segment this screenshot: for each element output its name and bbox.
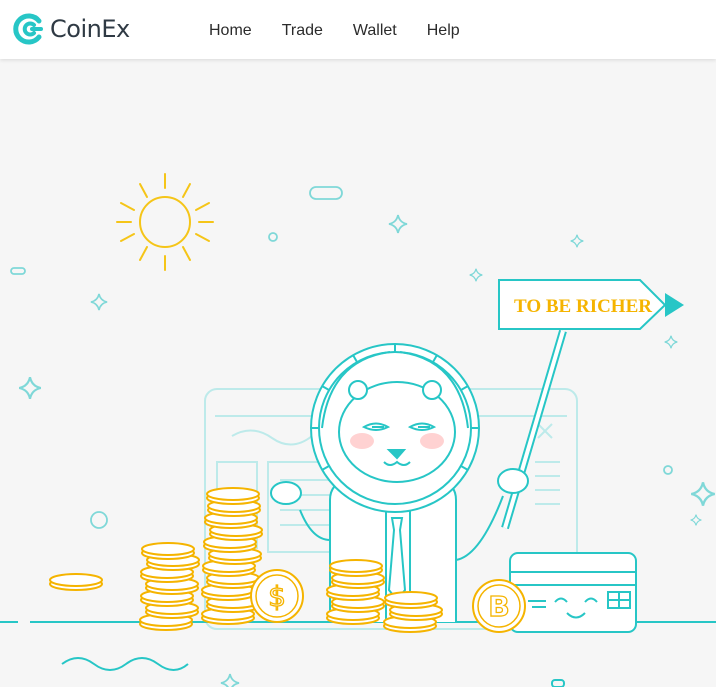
dollar-symbol: $: [268, 580, 286, 613]
sign-board: TO BE RICHER: [498, 279, 684, 530]
sign-text: TO BE RICHER: [514, 296, 652, 317]
hero-illustration: TO BE RICHER $ B: [0, 173, 716, 687]
bitcoin-coin-icon: B: [472, 579, 526, 633]
lion-blush-right: [420, 433, 444, 449]
lion-blush-left: [350, 433, 374, 449]
lion-mascot: [270, 343, 529, 622]
main-nav: Home Trade Wallet Help: [209, 21, 490, 41]
nav-help[interactable]: Help: [427, 21, 460, 41]
logo-text: CoinEx: [50, 15, 130, 43]
nav-trade[interactable]: Trade: [282, 21, 323, 41]
bitcoin-symbol: B: [488, 590, 509, 623]
nav-wallet[interactable]: Wallet: [353, 21, 397, 41]
nav-home[interactable]: Home: [209, 21, 252, 41]
sun-icon: [116, 173, 214, 271]
dollar-coin-icon: $: [250, 569, 304, 623]
top-navbar: CoinEx Home Trade Wallet Help: [0, 0, 716, 59]
coinex-logo-icon: [13, 13, 43, 45]
credit-card: [509, 552, 637, 633]
coinex-logo[interactable]: CoinEx: [12, 12, 130, 46]
